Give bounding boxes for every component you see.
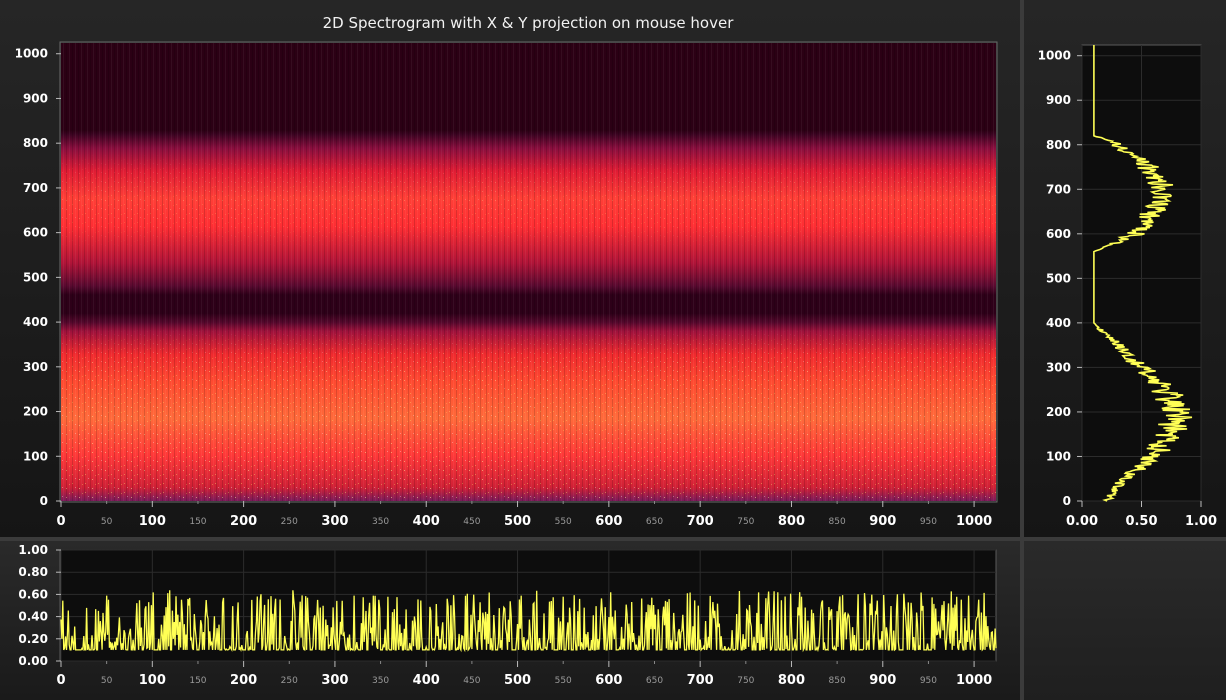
- x-minor-tick-label: 150: [189, 676, 206, 686]
- y-tick-label: 200: [1046, 405, 1071, 419]
- x-projection-chart[interactable]: 0.00 0.20 0.40 0.60 0.80 1.00 0 100 200 300 400 50…: [0, 0, 1020, 700]
- app-root: 2D Spectrogram with X & Y projection on …: [0, 0, 1226, 700]
- y-tick-label: 400: [1046, 316, 1071, 330]
- y-tick-label: 600: [1046, 227, 1071, 241]
- x-tick-label: 100: [139, 673, 166, 688]
- x-tick-label: 1000: [956, 673, 992, 688]
- x-tick-label: 300: [321, 673, 348, 688]
- y-tick-label: 700: [1046, 182, 1071, 196]
- x-tick-label: 700: [687, 673, 714, 688]
- x-tick-label: 600: [595, 673, 622, 688]
- y-tick-label: 0.40: [18, 610, 48, 624]
- x-tick-label: 400: [413, 673, 440, 688]
- x-tick-label: 200: [230, 673, 257, 688]
- x-tick-label: 0.50: [1125, 514, 1157, 529]
- y-tick-label: 300: [1046, 360, 1071, 374]
- y-tick-label: 0: [1063, 494, 1071, 508]
- x-tick-label: 500: [504, 673, 531, 688]
- y-tick-label: 0.80: [18, 565, 48, 579]
- x-minor-tick-label: 950: [920, 676, 937, 686]
- x-minor-tick-label: 450: [463, 676, 480, 686]
- y-tick-label: 0.60: [18, 587, 48, 601]
- y-tick-label: 0.20: [18, 632, 48, 646]
- x-minor-tick-label: 650: [646, 676, 663, 686]
- y-tick-label: 800: [1046, 138, 1071, 152]
- x-tick-label: 0: [56, 673, 65, 688]
- y-tick-label: 500: [1046, 271, 1071, 285]
- empty-corner-panel: [1024, 541, 1226, 700]
- y-tick-label: 0.00: [18, 654, 48, 668]
- y-tick-label: 1.00: [18, 543, 48, 557]
- x-minor-tick-label: 350: [372, 676, 389, 686]
- y-tick-label: 100: [1046, 449, 1071, 463]
- x-minor-tick-label: 250: [281, 676, 298, 686]
- y-tick-label: 900: [1046, 93, 1071, 107]
- x-tick-label: 1.00: [1185, 514, 1217, 529]
- x-tick-label: 900: [869, 673, 896, 688]
- x-minor-tick-label: 550: [555, 676, 572, 686]
- x-tick-label: 0.00: [1066, 514, 1098, 529]
- y-tick-label: 1000: [1038, 49, 1071, 63]
- x-minor-tick-label: 750: [737, 676, 754, 686]
- x-minor-tick-label: 50: [101, 676, 113, 686]
- x-minor-tick-label: 850: [829, 676, 846, 686]
- x-tick-label: 800: [778, 673, 805, 688]
